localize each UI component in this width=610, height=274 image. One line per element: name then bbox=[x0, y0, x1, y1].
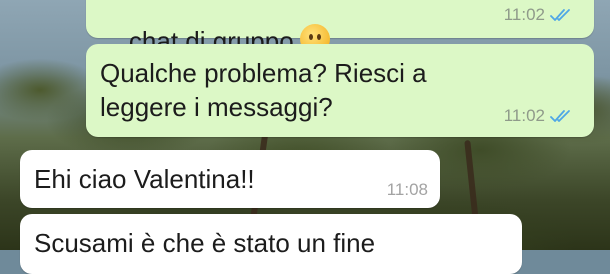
message-text: Ehi ciao Valentina!! bbox=[34, 164, 255, 194]
message-time: 11:08 bbox=[386, 180, 428, 199]
message-text-line: leggere i messaggi? bbox=[100, 92, 333, 122]
double-check-read-icon bbox=[550, 110, 570, 122]
message-bubble-outgoing[interactable]: Qualche problema? Riesci a leggere i mes… bbox=[86, 44, 594, 137]
message-bubble-incoming[interactable]: Scusami è che è stato un fine bbox=[20, 214, 522, 274]
message-meta: 11:02 bbox=[504, 106, 572, 126]
message-text: Scusami è che è stato un fine bbox=[34, 228, 376, 258]
double-check-read-icon bbox=[550, 9, 570, 21]
message-time: 11:02 bbox=[503, 5, 545, 24]
message-meta: 11:08 bbox=[387, 180, 428, 200]
message-bubble-incoming[interactable]: Ehi ciao Valentina!! 11:08 bbox=[20, 150, 440, 208]
message-bubble-outgoing[interactable]: chat di gruppo 11:02 bbox=[86, 0, 594, 56]
message-text-line: Qualche problema? Riesci a bbox=[100, 58, 427, 88]
message-time: 11:02 bbox=[503, 106, 545, 125]
message-meta: 11:02 bbox=[504, 5, 572, 25]
